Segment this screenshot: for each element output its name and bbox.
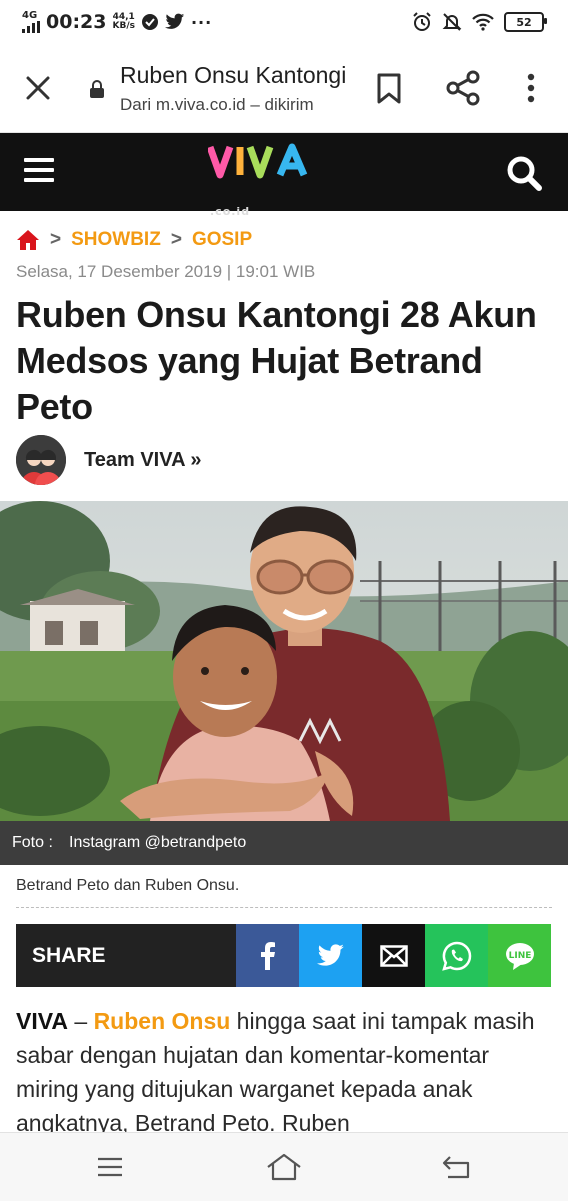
share-email-button[interactable] [362, 924, 425, 987]
more-options-button[interactable] [516, 69, 546, 107]
author-name: Team VIVA » [84, 448, 202, 471]
viva-logo-mark [206, 143, 308, 179]
photo-caption: Betrand Peto dan Ruben Onsu. [16, 877, 240, 894]
article-dash: – [67, 1008, 94, 1034]
system-nav-bar [0, 1132, 568, 1201]
home-button[interactable] [264, 1151, 304, 1188]
more-vertical-icon [527, 73, 535, 103]
status-bar-right: 52 [412, 0, 547, 44]
line-icon: LINE [505, 942, 534, 970]
search-icon [507, 156, 542, 191]
email-icon [379, 944, 408, 967]
home-outline-icon [267, 1153, 301, 1181]
network-speed: 44,1 KB/s [112, 13, 134, 31]
twitter-notification-icon [164, 13, 185, 29]
recent-apps-button[interactable] [94, 1151, 126, 1188]
article-date: Selasa, 17 Desember 2019 | 19:01 WIB [16, 262, 316, 281]
page-origin[interactable]: Dari m.viva.co.id – dikirim [120, 95, 340, 115]
photo-credit: Instagram @betrandpeto [69, 834, 247, 851]
share-twitter-button[interactable] [299, 924, 362, 987]
author-byline[interactable]: Team VIVA » [16, 434, 201, 486]
back-icon [442, 1156, 470, 1179]
article-headline: Ruben Onsu Kantongi 28 Akun Medsos yang … [16, 294, 537, 427]
app-notification-icon [141, 14, 158, 30]
speed-unit: KB/s [112, 21, 135, 31]
search-button[interactable] [504, 153, 544, 193]
whatsapp-icon [441, 941, 471, 971]
breadcrumb: > SHOWBIZ > GOSIP [16, 228, 252, 252]
article-body: VIVA – Ruben Onsu hingga saat ini tampak… [16, 1004, 554, 1140]
status-time: 00:23 [46, 11, 107, 33]
lock-icon [90, 80, 104, 98]
share-bar: SHARE LINE [16, 924, 552, 987]
menu-lines-icon [98, 1157, 122, 1177]
cell-signal-icon: 4G [22, 11, 40, 33]
status-bar: 4G 00:23 44,1 KB/s ··· 52 [0, 0, 568, 44]
share-line-button[interactable]: LINE [488, 924, 551, 987]
logo-domain: .co.id [210, 205, 251, 218]
battery-icon: 52 [504, 12, 547, 32]
breadcrumb-separator: > [50, 229, 62, 250]
page-title[interactable]: Ruben Onsu Kantongi 28 Akun Medsos yang … [120, 62, 345, 89]
article-photo [0, 501, 568, 821]
share-label: SHARE [16, 924, 236, 987]
facebook-icon [260, 941, 275, 970]
site-header: .co.id #1 newstainment [0, 133, 568, 245]
svg-text:LINE: LINE [508, 951, 531, 961]
photo-credit-label: Foto : [12, 834, 53, 851]
browser-toolbar: Ruben Onsu Kantongi 28 Akun Medsos yang … [0, 44, 568, 133]
bookmark-icon [377, 73, 401, 104]
share-whatsapp-button[interactable] [425, 924, 488, 987]
alarm-icon [413, 12, 431, 31]
twitter-icon [316, 943, 344, 966]
article-source: VIVA [16, 1008, 68, 1034]
article-keyword-link[interactable]: Ruben Onsu [94, 1008, 231, 1034]
close-icon [26, 76, 50, 100]
home-icon[interactable] [16, 229, 40, 251]
author-avatar [16, 435, 66, 485]
close-button[interactable] [18, 68, 58, 108]
back-button[interactable] [440, 1151, 474, 1188]
breadcrumb-gosip[interactable]: GOSIP [192, 229, 252, 251]
more-notifications: ··· [190, 12, 213, 32]
share-icon [446, 70, 480, 106]
bookmark-button[interactable] [370, 69, 408, 107]
mute-bell-icon [442, 13, 462, 31]
hamburger-icon [24, 158, 54, 182]
site-logo[interactable]: .co.id #1 newstainment [206, 143, 368, 245]
caption-divider [16, 907, 552, 908]
network-type: 4G [22, 10, 38, 21]
menu-button[interactable] [24, 158, 54, 186]
wifi-icon [472, 13, 494, 31]
status-bar-left: 4G 00:23 44,1 KB/s ··· [22, 0, 212, 44]
breadcrumb-separator: > [170, 229, 182, 250]
photo-credit-bar: Foto : Instagram @betrandpeto [0, 821, 568, 865]
photo-image [0, 501, 568, 821]
share-button[interactable] [444, 69, 482, 107]
breadcrumb-showbiz[interactable]: SHOWBIZ [71, 229, 161, 251]
team-avatar-icon [16, 435, 66, 485]
share-facebook-button[interactable] [236, 924, 299, 987]
battery-level: 52 [516, 15, 532, 29]
